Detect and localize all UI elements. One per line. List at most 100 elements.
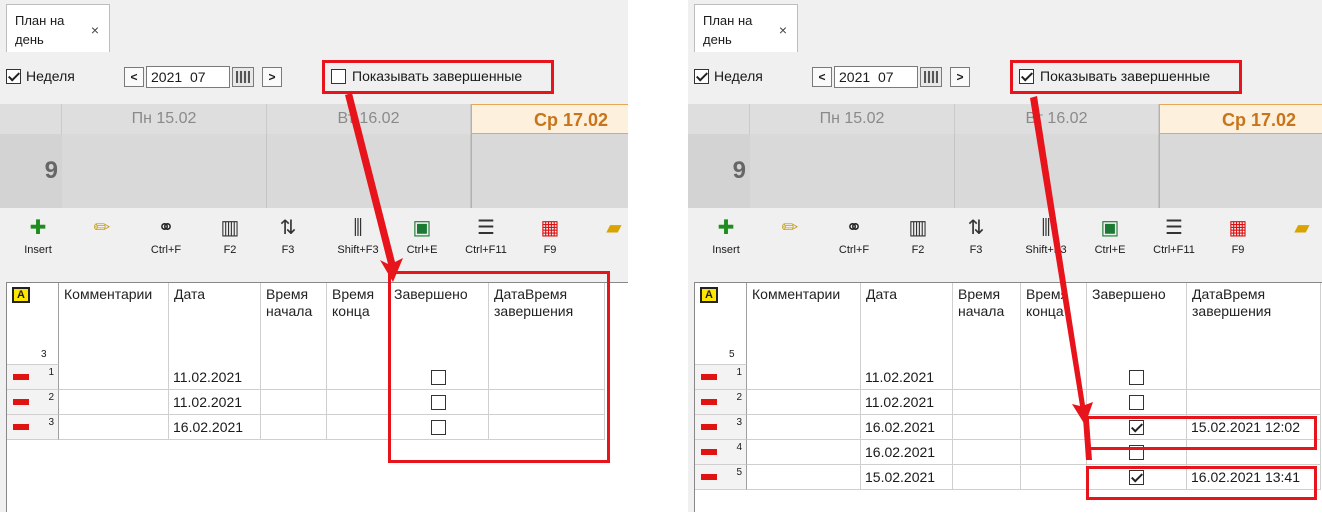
table-cell[interactable] bbox=[261, 415, 327, 440]
table-cell[interactable] bbox=[1021, 390, 1087, 415]
row-header[interactable]: 2 bbox=[695, 390, 747, 415]
day-cell-3[interactable] bbox=[1159, 134, 1322, 208]
row-header[interactable]: 4 bbox=[695, 440, 747, 465]
pencil-button[interactable]: ✏ bbox=[72, 216, 132, 244]
table-cell[interactable] bbox=[747, 390, 861, 415]
column-header-2[interactable]: Дата bbox=[169, 283, 261, 365]
table-cell[interactable] bbox=[953, 465, 1021, 490]
week-checkbox[interactable] bbox=[6, 69, 21, 84]
table-cell[interactable] bbox=[261, 365, 327, 390]
prev-period-button[interactable]: < bbox=[812, 67, 832, 87]
close-icon[interactable]: × bbox=[779, 22, 787, 38]
table-cell[interactable] bbox=[59, 390, 169, 415]
row-header[interactable]: 1 bbox=[695, 365, 747, 390]
column-header-1[interactable]: Комментарии bbox=[59, 283, 169, 365]
table-cell[interactable] bbox=[327, 415, 389, 440]
columns-button[interactable]: ⫼ Shift+F3 bbox=[328, 216, 388, 256]
excel-button[interactable]: ▣ Ctrl+E bbox=[1080, 216, 1140, 256]
sort-az-button[interactable]: ⇅ F3 bbox=[258, 216, 318, 256]
row-header[interactable]: 3 bbox=[695, 415, 747, 440]
table-cell[interactable] bbox=[1021, 365, 1087, 390]
pencil-button[interactable]: ✏ bbox=[760, 216, 820, 244]
table-cell[interactable]: 11.02.2021 bbox=[861, 390, 953, 415]
table-cell[interactable] bbox=[953, 365, 1021, 390]
grid-corner[interactable]: A5 bbox=[695, 283, 747, 365]
day-header-3[interactable]: Ср 17.02 bbox=[471, 104, 628, 134]
table-cell[interactable] bbox=[953, 415, 1021, 440]
column-header-4[interactable]: Время конца bbox=[327, 283, 389, 365]
column-header-6[interactable]: ДатаВремя завершения bbox=[1187, 283, 1321, 365]
row-header[interactable]: 3 bbox=[7, 415, 59, 440]
binoculars-button[interactable]: ⚭ Ctrl+F bbox=[824, 216, 884, 256]
tab-plan-na-den[interactable]: План на день × bbox=[694, 4, 798, 53]
tab-plan-na-den[interactable]: План на день × bbox=[6, 4, 110, 53]
table-cell[interactable] bbox=[1021, 440, 1087, 465]
year-month-input[interactable]: 2021 07 bbox=[146, 66, 230, 88]
done-checkbox[interactable] bbox=[1129, 394, 1144, 410]
table-cell[interactable] bbox=[1087, 365, 1187, 390]
table-cell[interactable] bbox=[1021, 415, 1087, 440]
list-button[interactable]: ☰ Ctrl+F11 bbox=[1144, 216, 1204, 256]
year-month-input[interactable]: 2021 07 bbox=[834, 66, 918, 88]
columns-button[interactable]: ⫼ Shift+F3 bbox=[1016, 216, 1076, 256]
day-cell-2[interactable] bbox=[267, 134, 471, 208]
table-cell[interactable] bbox=[327, 390, 389, 415]
day-header-1[interactable]: Пн 15.02 bbox=[750, 104, 955, 134]
table-cell[interactable]: 16.02.2021 bbox=[861, 415, 953, 440]
plus-button[interactable]: ✚ Insert bbox=[696, 216, 756, 256]
table-cell[interactable] bbox=[327, 365, 389, 390]
row-header[interactable]: 1 bbox=[7, 365, 59, 390]
table-cell[interactable] bbox=[953, 440, 1021, 465]
table-cell[interactable] bbox=[261, 390, 327, 415]
filter-button[interactable]: ▥ F2 bbox=[200, 216, 260, 256]
day-header-3[interactable]: Ср 17.02 bbox=[1159, 104, 1322, 134]
table-cell[interactable] bbox=[953, 390, 1021, 415]
column-header-1[interactable]: Комментарии bbox=[747, 283, 861, 365]
day-cell-2[interactable] bbox=[955, 134, 1159, 208]
table-cell[interactable] bbox=[1087, 390, 1187, 415]
table-cell[interactable]: 16.02.2021 bbox=[861, 440, 953, 465]
excel-button[interactable]: ▣ Ctrl+E bbox=[392, 216, 452, 256]
plus-button[interactable]: ✚ Insert bbox=[8, 216, 68, 256]
calendar-icon[interactable] bbox=[920, 67, 942, 87]
row-header[interactable]: 2 bbox=[7, 390, 59, 415]
week-checkbox[interactable] bbox=[694, 69, 709, 84]
calendar-icon[interactable] bbox=[232, 67, 254, 87]
table-cell[interactable] bbox=[747, 440, 861, 465]
table-cell[interactable] bbox=[747, 465, 861, 490]
table-cell[interactable] bbox=[1187, 365, 1321, 390]
column-header-3[interactable]: Время начала bbox=[953, 283, 1021, 365]
binoculars-button[interactable]: ⚭ Ctrl+F bbox=[136, 216, 196, 256]
prev-period-button[interactable]: < bbox=[124, 67, 144, 87]
table-cell[interactable] bbox=[1021, 465, 1087, 490]
row-header[interactable]: 5 bbox=[695, 465, 747, 490]
table-cell[interactable] bbox=[59, 415, 169, 440]
column-header-5[interactable]: Завершено bbox=[1087, 283, 1187, 365]
next-period-button[interactable]: > bbox=[262, 67, 282, 87]
column-header-4[interactable]: Время конца bbox=[1021, 283, 1087, 365]
done-checkbox[interactable] bbox=[1129, 369, 1144, 385]
grid-corner[interactable]: A3 bbox=[7, 283, 59, 365]
colors-button[interactable]: ▦ F9 bbox=[520, 216, 580, 256]
table-cell[interactable]: 11.02.2021 bbox=[169, 365, 261, 390]
font-a-icon[interactable]: A bbox=[700, 287, 718, 303]
table-cell[interactable] bbox=[1187, 390, 1321, 415]
sort-az-button[interactable]: ⇅ F3 bbox=[946, 216, 1006, 256]
table-cell[interactable]: 11.02.2021 bbox=[169, 390, 261, 415]
next-period-button[interactable]: > bbox=[950, 67, 970, 87]
table-cell[interactable]: 16.02.2021 bbox=[169, 415, 261, 440]
table-cell[interactable]: 15.02.2021 bbox=[861, 465, 953, 490]
day-cell-3[interactable] bbox=[471, 134, 628, 208]
folder-search-button[interactable]: ▰ bbox=[1272, 216, 1322, 244]
folder-search-button[interactable]: ▰ bbox=[584, 216, 628, 244]
day-cell-1[interactable] bbox=[750, 134, 955, 208]
font-a-icon[interactable]: A bbox=[12, 287, 30, 303]
table-cell[interactable]: 11.02.2021 bbox=[861, 365, 953, 390]
day-header-1[interactable]: Пн 15.02 bbox=[62, 104, 267, 134]
table-cell[interactable] bbox=[747, 415, 861, 440]
column-header-3[interactable]: Время начала bbox=[261, 283, 327, 365]
colors-button[interactable]: ▦ F9 bbox=[1208, 216, 1268, 256]
day-header-2[interactable]: Вт 16.02 bbox=[955, 104, 1159, 134]
day-header-2[interactable]: Вт 16.02 bbox=[267, 104, 471, 134]
table-cell[interactable] bbox=[747, 365, 861, 390]
